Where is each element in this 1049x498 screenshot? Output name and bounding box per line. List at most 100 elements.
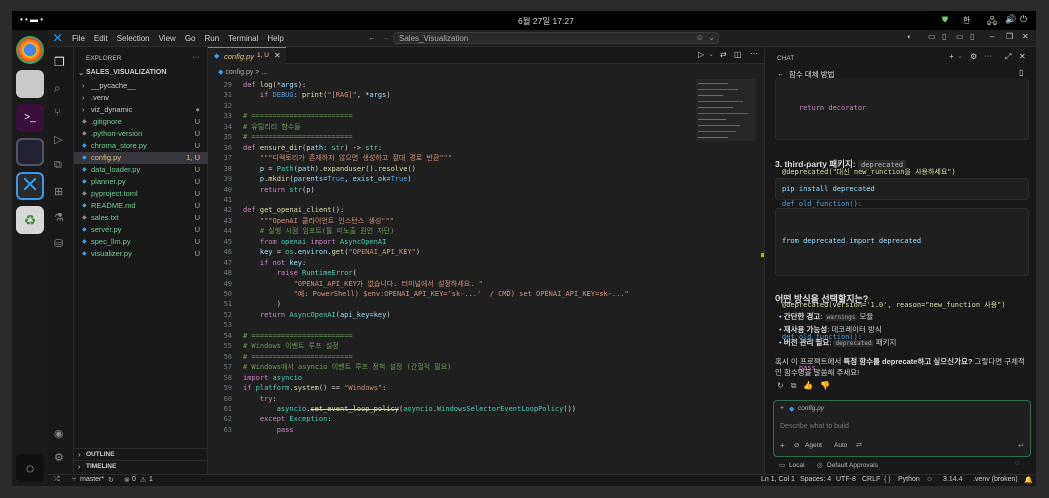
folder-item[interactable]: › viz_dynamic ● (74, 104, 208, 116)
file-item[interactable]: ◆ .python-version U (74, 128, 208, 140)
code-editor[interactable]: 29 def log(*args): 31 if DEBUG: print("[RA… (208, 80, 696, 472)
approvals-label[interactable]: Default Approvals (827, 462, 878, 469)
folder-item[interactable]: › __pycache__ (74, 80, 208, 92)
system-clock[interactable]: 6월 27일 17:27 (518, 15, 574, 27)
file-item[interactable]: ◆ planner.py U (74, 176, 208, 188)
language-mode[interactable]: Python (898, 476, 920, 483)
run-debug-icon[interactable]: ▷ (54, 133, 62, 146)
split-editor-icon[interactable]: ◫ (734, 50, 742, 59)
menu-run[interactable]: Run (204, 34, 219, 43)
minimize-icon[interactable]: – (990, 32, 994, 41)
copilot-icon[interactable]: ☺ (696, 33, 704, 42)
screen-icon[interactable] (16, 138, 44, 166)
add-context-icon[interactable]: + (780, 405, 784, 412)
file-item[interactable]: ◆ visualizer.py U (74, 248, 208, 260)
toggle-secondary-sidebar-icon[interactable]: ▯ (970, 32, 974, 41)
menu-edit[interactable]: Edit (94, 34, 108, 43)
menu-go[interactable]: Go (185, 34, 196, 43)
menu-help[interactable]: Help (267, 34, 283, 43)
layout-icon[interactable]: ▭ (928, 32, 936, 41)
account-icon[interactable]: ◉ (54, 427, 64, 440)
breadcrumb[interactable]: ◆ config.py > ... (218, 68, 267, 76)
agent-mode-label[interactable]: Agent (805, 442, 822, 449)
close-tab-icon[interactable]: ✕ (274, 51, 281, 60)
file-item[interactable]: ◆ README.md U (74, 200, 208, 212)
explorer-icon[interactable]: ❐ (54, 55, 65, 69)
chevron-down-icon[interactable]: ⌄ (708, 33, 715, 42)
menu-terminal[interactable]: Terminal (228, 34, 258, 43)
settings-gear-icon[interactable]: ⚙ (970, 52, 977, 61)
ubuntu-apps-icon[interactable]: ◌ (16, 454, 44, 482)
search-icon[interactable]: ⌕ (54, 81, 61, 96)
source-control-icon[interactable]: ⑂ (54, 107, 61, 119)
database-icon[interactable]: ⛁ (54, 237, 63, 250)
restore-icon[interactable]: ❐ (1006, 32, 1013, 41)
forward-arrow-icon[interactable]: → (382, 33, 390, 42)
run-python-icon[interactable]: ▷ (698, 50, 704, 59)
accounts-icon[interactable]: ◐ (907, 32, 912, 41)
chevron-down-icon[interactable]: ⌄ (957, 52, 963, 60)
file-item[interactable]: ◆ chroma_store.py U (74, 140, 208, 152)
tools-icon[interactable]: ⇄ (856, 441, 862, 449)
copilot-status-icon[interactable]: ☺ (926, 476, 933, 483)
network-icon[interactable]: 🖧 (987, 14, 997, 30)
send-icon[interactable]: ↵ (1018, 441, 1025, 450)
python-version[interactable]: 3.14.4 (943, 476, 962, 483)
outline-section[interactable]: › OUTLINE (74, 448, 208, 460)
chat-input[interactable]: Describe what to build (780, 423, 849, 430)
timeline-section[interactable]: › TIMELINE (74, 460, 208, 472)
file-item[interactable]: ◆ .gitignore U (74, 116, 208, 128)
agent-mode-icon[interactable]: ⊘ (794, 441, 799, 449)
toggle-panel-icon[interactable]: ▭ (956, 32, 964, 41)
close-window-icon[interactable]: ✕ (1022, 32, 1029, 41)
attach-icon[interactable]: + (780, 441, 785, 450)
thumbs-down-icon[interactable]: 👎 (820, 381, 830, 391)
new-chat-icon[interactable]: + (949, 52, 954, 61)
toggle-sidebar-icon[interactable]: ▯ (942, 32, 946, 41)
shield-icon[interactable]: ⛊ (942, 15, 948, 25)
retry-icon[interactable]: ↻ (777, 381, 784, 391)
testing-icon[interactable]: ⚗ (54, 211, 64, 224)
notifications-icon[interactable]: 🔔 (1024, 476, 1033, 484)
close-panel-icon[interactable]: ✕ (1019, 52, 1026, 61)
menu-selection[interactable]: Selection (117, 34, 150, 43)
model-picker[interactable]: Auto (834, 442, 847, 449)
vscode-icon[interactable]: ⨉ (16, 172, 44, 200)
thumbs-up-icon[interactable]: 👍 (803, 381, 813, 391)
copy-icon[interactable]: ⧉ (791, 381, 797, 391)
context-file[interactable]: config.py (798, 405, 824, 412)
remote-explorer-icon[interactable]: ⧉ (54, 159, 62, 172)
back-arrow-icon[interactable]: ← (777, 69, 785, 78)
encoding[interactable]: UTF-8 (836, 476, 856, 483)
activities-dots[interactable]: • • ▬ • (20, 15, 43, 24)
file-item[interactable]: ◆ sales.txt U (74, 212, 208, 224)
command-center-search[interactable]: Sales_Visualization ☺ ⌄ (393, 32, 719, 44)
more-actions-icon[interactable]: ··· (984, 51, 992, 60)
file-item[interactable]: ◆ data_loader.py U (74, 164, 208, 176)
extensions-icon[interactable]: ⊞ (54, 185, 63, 198)
file-item[interactable]: ◆ pyproject.toml U (74, 188, 208, 200)
compare-icon[interactable]: ⇄ (720, 50, 727, 59)
branch-name[interactable]: master* (80, 476, 104, 483)
more-actions-icon[interactable]: ··· (750, 49, 758, 58)
back-arrow-icon[interactable]: ← (368, 33, 376, 42)
indentation[interactable]: Spaces: 4 (800, 476, 831, 483)
project-folder-header[interactable]: ⌄ SALES_VISUALIZATION (74, 68, 208, 79)
folder-item[interactable]: › .venv (74, 92, 208, 104)
settings-gear-icon[interactable]: ⚙ (54, 451, 64, 464)
input-method-indicator[interactable]: 한 (963, 15, 970, 26)
python-env[interactable]: .venv (broken) (973, 476, 1018, 483)
terminal-icon[interactable]: >_ (16, 104, 44, 132)
chevron-down-icon[interactable]: ⌄ (708, 50, 714, 58)
maximize-icon[interactable]: ⤢ (1005, 52, 1011, 62)
volume-icon[interactable]: 🔊 (1005, 14, 1016, 25)
chat-input-box[interactable]: + ◆ config.py Describe what to build + ⊘… (773, 400, 1031, 457)
file-item[interactable]: ◆ spec_llm.py U (74, 236, 208, 248)
menu-file[interactable]: File (72, 34, 85, 43)
menu-view[interactable]: View (159, 34, 176, 43)
power-icon[interactable]: ⏻ (1020, 14, 1027, 25)
cursor-position[interactable]: Ln 1, Col 1 (761, 476, 795, 483)
file-item[interactable]: ◆ config.py 1, U (74, 152, 208, 164)
remote-icon[interactable]: ⤮ (54, 476, 60, 484)
line-ending[interactable]: CRLF (862, 476, 880, 483)
